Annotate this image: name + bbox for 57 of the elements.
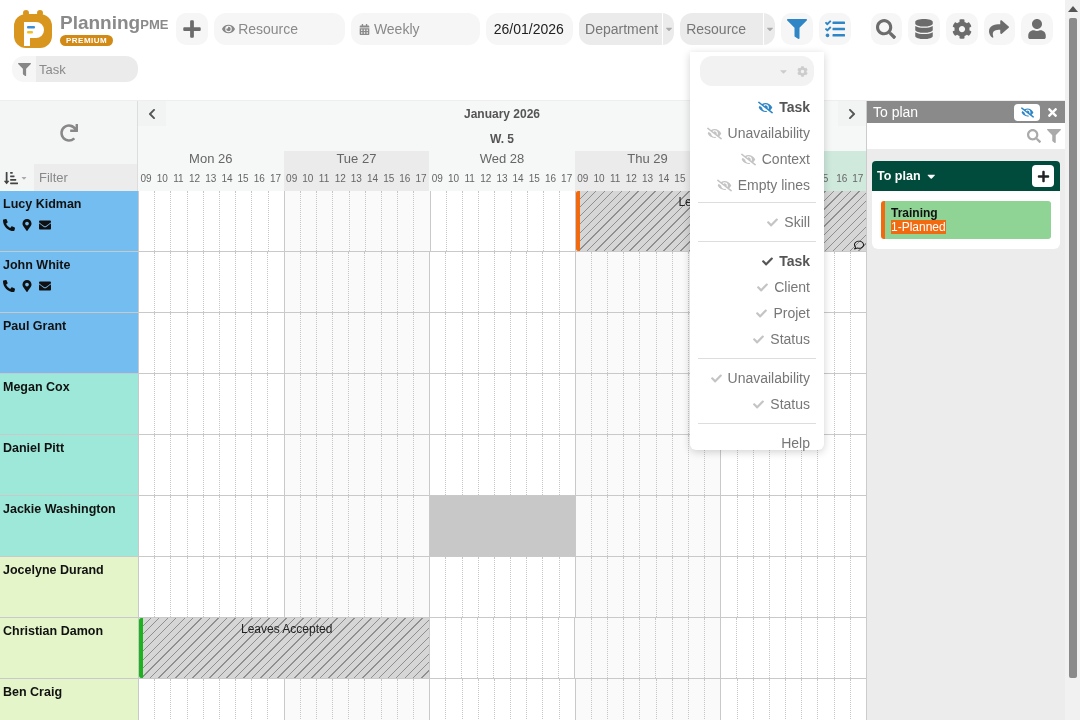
hour-label: 09 <box>576 172 590 186</box>
hour-label: 13 <box>495 172 509 186</box>
hour-label: 12 <box>333 172 347 186</box>
day-label: Mon 26 <box>189 151 233 166</box>
hour-label: 16 <box>543 172 558 186</box>
resource-name: Jackie Washington <box>3 502 117 516</box>
hour-label: 16 <box>835 172 849 186</box>
hour-label: 12 <box>479 172 493 186</box>
hour-label: 11 <box>463 172 476 186</box>
hour-label: 12 <box>188 172 202 186</box>
hour-label: 17 <box>851 172 865 186</box>
hour-label: 15 <box>673 172 687 186</box>
hour-label: 14 <box>365 172 380 186</box>
premium-badge: PREMIUM <box>60 34 114 46</box>
brand-name: PlanningPME <box>60 12 169 35</box>
hour-label: 10 <box>446 172 460 186</box>
task-status: 1-Planned <box>891 220 946 234</box>
hour-label: 14 <box>511 172 525 186</box>
hour-label: 11 <box>317 172 331 186</box>
hour-label: 17 <box>560 172 574 186</box>
panel-title: To plan <box>873 104 920 120</box>
hour-label: 15 <box>382 172 396 186</box>
hour-label: 14 <box>657 172 671 186</box>
hour-label: 11 <box>172 172 185 186</box>
resource-name: Ben Craig <box>3 685 64 699</box>
task-name: Training <box>891 206 938 220</box>
hour-label: 16 <box>252 172 266 186</box>
hour-label: 17 <box>414 172 428 186</box>
resource-name: John White <box>3 258 72 272</box>
hour-label: 13 <box>641 172 655 186</box>
resource-name: Jocelyne Durand <box>3 563 105 577</box>
day-label: Thu 29 <box>627 151 668 166</box>
hour-label: 09 <box>285 172 299 186</box>
resource-name: Paul Grant <box>3 319 68 333</box>
resource-name: Daniel Pitt <box>3 441 66 455</box>
day-label: Wed 28 <box>479 151 525 166</box>
hour-label: 12 <box>624 172 638 186</box>
hour-label: 14 <box>220 172 234 186</box>
hour-label: 11 <box>609 172 622 186</box>
hour-label: 17 <box>268 172 282 186</box>
hour-label: 10 <box>155 172 169 186</box>
hour-label: 09 <box>139 172 153 186</box>
hour-label: 10 <box>301 172 315 186</box>
hour-label: 13 <box>204 172 218 186</box>
hour-label: 15 <box>236 172 250 186</box>
hour-label: 15 <box>527 172 541 186</box>
hour-label: 16 <box>398 172 412 186</box>
hour-label: 10 <box>592 172 606 186</box>
leave-label: Leaves Accepted <box>241 622 333 636</box>
week-label: W. 5 <box>490 131 514 146</box>
month-label: January 2026 <box>463 106 541 121</box>
day-label: Tue 27 <box>336 151 377 166</box>
resource-name: Megan Cox <box>3 380 71 394</box>
resource-name: Christian Damon <box>3 624 104 638</box>
resource-name: Lucy Kidman <box>3 197 83 211</box>
hour-label: 13 <box>349 172 363 186</box>
hour-label: 09 <box>430 172 444 186</box>
